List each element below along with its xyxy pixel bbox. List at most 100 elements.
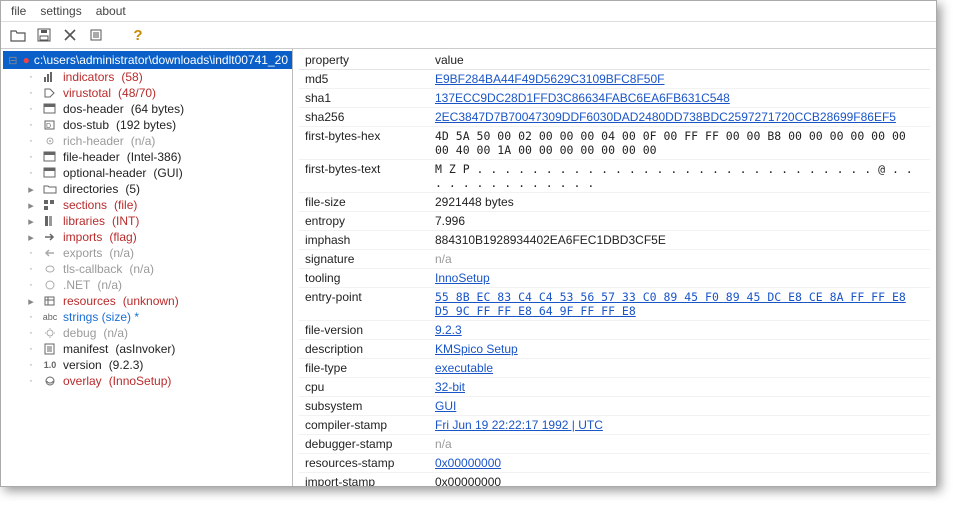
prop-value-link[interactable]: 0x00000000	[435, 456, 501, 470]
prop-value-link[interactable]: 2EC3847D7B70047309DDF6030DAD2480DD738BDC…	[435, 110, 896, 124]
expand-icon: ·	[25, 87, 37, 99]
expand-icon[interactable]: ▸	[25, 231, 37, 244]
expand-icon: ·	[25, 135, 37, 147]
expand-icon: ·	[25, 327, 37, 339]
sect-icon	[42, 198, 58, 212]
prop-value-link[interactable]: KMSpico Setup	[435, 342, 518, 356]
prop-row-cpu: cpu32-bit	[299, 378, 930, 397]
tree-item-file-header[interactable]: ·file-header(Intel-386)	[25, 149, 292, 165]
expand-icon[interactable]: ▸	[25, 183, 37, 196]
prop-key: entropy	[299, 212, 429, 231]
tree-item-count: (64 bytes)	[131, 102, 184, 116]
prop-value-link[interactable]: InnoSetup	[435, 271, 490, 285]
lib-icon	[42, 214, 58, 228]
tree-item-label: overlay	[63, 374, 102, 388]
menu-about[interactable]: about	[96, 4, 126, 18]
expand-icon: ·	[25, 343, 37, 355]
prop-row-subsystem: subsystemGUI	[299, 397, 930, 416]
tree-root[interactable]: ⊟ ● c:\users\administrator\downloads\ind…	[3, 51, 292, 69]
prop-row-first-bytes-text: first-bytes-textM Z P . . . . . . . . . …	[299, 160, 930, 193]
tree-item-dos-header[interactable]: ·dos-header(64 bytes)	[25, 101, 292, 117]
tree-item-rich-header[interactable]: · rich-header (n/a)	[25, 133, 292, 149]
prop-value: 7.996	[435, 214, 465, 228]
expand-icon: ·	[25, 311, 37, 323]
expand-icon: ·	[25, 167, 37, 179]
tree-item-label: sections	[63, 198, 107, 212]
tree-item-label: imports	[63, 230, 102, 244]
dir-icon	[42, 182, 58, 196]
tree-item-label: resources	[63, 294, 116, 308]
prop-key: file-size	[299, 193, 429, 212]
save-button[interactable]	[35, 26, 53, 44]
tree-item-sections[interactable]: ▸sections(file)	[25, 197, 292, 213]
prop-key: tooling	[299, 269, 429, 288]
tree-item-tls-callback[interactable]: ·tls-callback(n/a)	[25, 261, 292, 277]
prop-value-link[interactable]: 9.2.3	[435, 323, 462, 337]
ovl-icon	[42, 374, 58, 388]
res-icon	[42, 294, 58, 308]
tree-item-strings-size-[interactable]: ·abcstrings (size) *	[25, 309, 292, 325]
prop-key: sha256	[299, 108, 429, 127]
tree-item-dos-stub[interactable]: ·Ddos-stub(192 bytes)	[25, 117, 292, 133]
delete-button[interactable]	[61, 26, 79, 44]
tree-item-label: file-header	[63, 150, 120, 164]
menu-settings[interactable]: settings	[40, 4, 81, 18]
ohdr-icon	[42, 166, 58, 180]
prop-key: file-type	[299, 359, 429, 378]
tree-item-debug[interactable]: ·debug(n/a)	[25, 325, 292, 341]
man-icon	[42, 342, 58, 356]
expand-icon: ·	[25, 279, 37, 291]
toolbar: ?	[1, 22, 936, 49]
prop-value-link[interactable]: 137ECC9DC28D1FFD3C86634FABC6EA6FB631C548	[435, 91, 730, 105]
tree-item-indicators[interactable]: ·indicators(58)	[25, 69, 292, 85]
prop-value-link[interactable]: executable	[435, 361, 493, 375]
prop-row-entry-point: entry-point55 8B EC 83 C4 C4 53 56 57 33…	[299, 288, 930, 321]
prop-row-sha1: sha1137ECC9DC28D1FFD3C86634FABC6EA6FB631…	[299, 89, 930, 108]
tree-item-label: version	[63, 358, 102, 372]
tree-item-directories[interactable]: ▸directories(5)	[25, 181, 292, 197]
tree-item-exports[interactable]: ·exports(n/a)	[25, 245, 292, 261]
prop-value-na: n/a	[435, 252, 452, 266]
prop-value: M Z P . . . . . . . . . . . . . . . . . …	[435, 162, 913, 190]
tree-item-resources[interactable]: ▸resources(unknown)	[25, 293, 292, 309]
help-button[interactable]: ?	[129, 26, 147, 44]
root-path-label: c:\users\administrator\downloads\indlt00…	[34, 53, 288, 67]
collapse-icon[interactable]: ⊟	[7, 54, 19, 67]
expand-icon[interactable]: ▸	[25, 199, 37, 212]
tree-item-libraries[interactable]: ▸libraries(INT)	[25, 213, 292, 229]
tree-item-overlay[interactable]: ·overlay(InnoSetup)	[25, 373, 292, 389]
open-folder-button[interactable]	[9, 26, 27, 44]
prop-value-link[interactable]: Fri Jun 19 22:22:17 1992 | UTC	[435, 418, 603, 432]
prop-value-link[interactable]: 55 8B EC 83 C4 C4 53 56 57 33 C0 89 45 F…	[435, 290, 906, 318]
tree-item-count: (5)	[125, 182, 140, 196]
tree-item-label: rich-header	[63, 134, 124, 148]
prop-value: 884310B1928934402EA6FEC1DBD3CF5E	[435, 233, 666, 247]
tree-item-count: (n/a)	[131, 134, 156, 148]
prop-value-link[interactable]: E9BF284BA44F49D5629C3109BFC8F50F	[435, 72, 664, 86]
prop-key: resources-stamp	[299, 454, 429, 473]
prop-key: first-bytes-hex	[299, 127, 429, 160]
tree-item-count: (Intel-386)	[127, 150, 182, 164]
tree-item-manifest[interactable]: ·manifest(asInvoker)	[25, 341, 292, 357]
prop-row-description: description KMSpico Setup	[299, 340, 930, 359]
tree-item-optional-header[interactable]: ·optional-header(GUI)	[25, 165, 292, 181]
prop-key: compiler-stamp	[299, 416, 429, 435]
list-button[interactable]	[87, 26, 105, 44]
expand-icon[interactable]: ▸	[25, 215, 37, 228]
menu-file[interactable]: file	[11, 4, 26, 18]
prop-key: description	[299, 340, 429, 359]
tree-item-count: (58)	[121, 70, 142, 84]
tree-item-label: strings (size) *	[63, 310, 139, 324]
prop-value-link[interactable]: GUI	[435, 399, 456, 413]
prop-value-link[interactable]: 32-bit	[435, 380, 465, 394]
expand-icon[interactable]: ▸	[25, 295, 37, 308]
prop-row-file-size: file-size2921448 bytes	[299, 193, 930, 212]
tree-item-virustotal[interactable]: ·virustotal(48/70)	[25, 85, 292, 101]
tree-item-version[interactable]: ·1.0version(9.2.3)	[25, 357, 292, 373]
tree-item-count: (48/70)	[118, 86, 156, 100]
tree-item-count: (n/a)	[129, 262, 154, 276]
tree-item--NET[interactable]: ·.NET(n/a)	[25, 277, 292, 293]
tree-item-label: libraries	[63, 214, 105, 228]
tree-item-imports[interactable]: ▸imports(flag)	[25, 229, 292, 245]
prop-row-import-stamp: import-stamp0x00000000	[299, 473, 930, 487]
